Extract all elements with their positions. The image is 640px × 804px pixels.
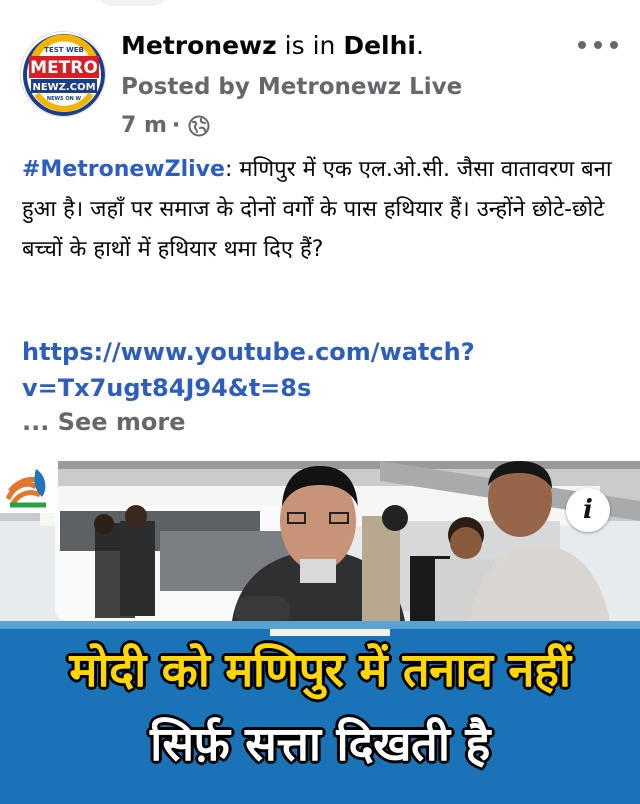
- author-line: Metronewz is in Delhi.: [121, 26, 424, 66]
- hashtag-link[interactable]: #MetronewZlive: [22, 157, 225, 182]
- metronewz-logo: TEST WEB METRO NEWZ.COM NEWS ON W: [22, 33, 105, 116]
- meta-separator: ·: [171, 113, 181, 138]
- more-options-icon[interactable]: [578, 34, 618, 56]
- location-name[interactable]: Delhi: [343, 31, 416, 60]
- see-more-button[interactable]: ... See more: [22, 404, 186, 440]
- page-avatar[interactable]: TEST WEB METRO NEWZ.COM NEWS ON W: [20, 31, 106, 117]
- avatar-main-text: METRO: [30, 58, 98, 78]
- location-suffix: .: [415, 31, 424, 60]
- post-text: #MetronewZlive: मणिपुर में एक एल.ओ.सी. ज…: [22, 150, 622, 270]
- location-prefix: is in: [276, 31, 344, 60]
- info-icon[interactable]: i: [566, 488, 610, 532]
- author-name[interactable]: Metronewz: [121, 31, 277, 60]
- thumbnail-headline-line1: मोदी को मणिपुर में तनाव नहीं: [69, 643, 571, 698]
- thumbnail-headline-line2: सिर्फ़ सत्ता दिखती है: [150, 717, 490, 772]
- facebook-post-screen: TEST WEB METRO NEWZ.COM NEWS ON W Metron…: [0, 0, 640, 804]
- posted-by-text[interactable]: Posted by Metronewz Live: [121, 70, 462, 104]
- avatar-bottom-text: NEWS ON W: [47, 96, 82, 102]
- post-header: TEST WEB METRO NEWZ.COM NEWS ON W Metron…: [0, 0, 640, 145]
- avatar-sub-text: NEWZ.COM: [32, 82, 95, 93]
- post-time[interactable]: 7 m: [121, 110, 167, 142]
- avatar-top-text: TEST WEB: [44, 46, 84, 54]
- globe-icon[interactable]: [188, 115, 210, 137]
- post-meta: 7 m ·: [121, 110, 210, 142]
- youtube-link[interactable]: https://www.youtube.com/watch?v=Tx7ugt84…: [22, 334, 582, 406]
- video-thumbnail[interactable]: i मोदी को मणिपुर में तनाव नहीं सिर्फ़ सत…: [0, 461, 640, 804]
